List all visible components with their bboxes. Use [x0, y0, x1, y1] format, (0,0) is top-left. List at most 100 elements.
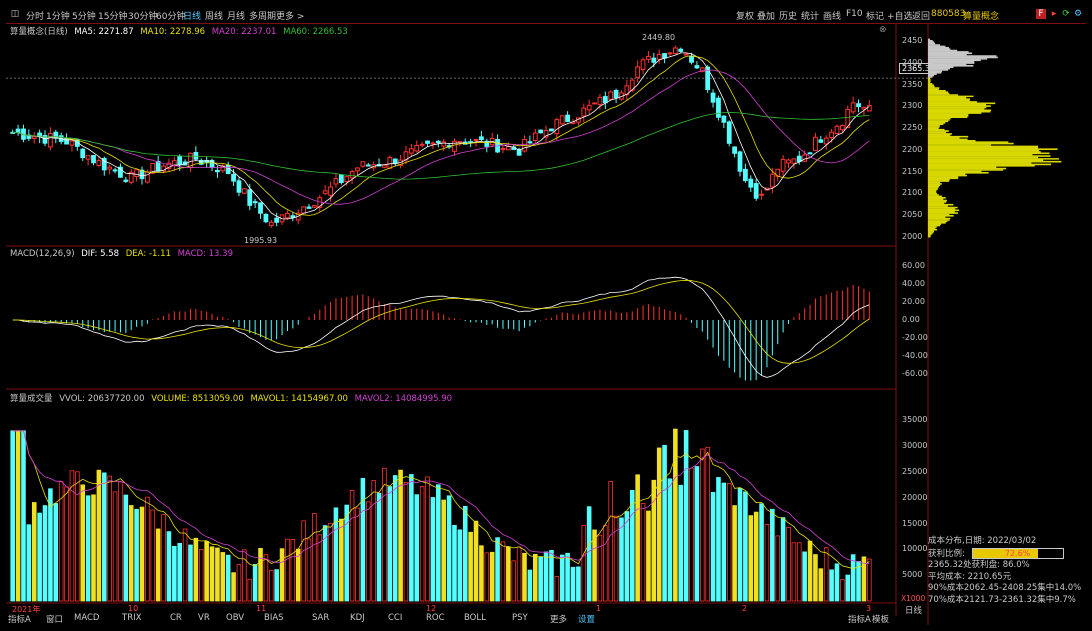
volume-unit: X1000	[901, 594, 926, 603]
indicator-tab-1[interactable]: 窗口	[46, 613, 63, 625]
volume-bar	[150, 509, 156, 602]
volume-bar	[225, 554, 231, 602]
price-tick-label: 2100	[902, 188, 923, 198]
candle-body	[667, 52, 673, 55]
toolbar-btn-add-watch[interactable]: +自选	[887, 9, 913, 22]
grid-icon[interactable]: ◫	[10, 9, 20, 19]
volume-bar	[673, 428, 678, 602]
period-tab-30min[interactable]: 30分钟	[128, 9, 157, 22]
cost-line-4: 70%成本2121.73-2361.32集中9.7%	[928, 594, 1076, 605]
volume-bar	[624, 511, 630, 602]
flag-icon[interactable]: F	[1036, 9, 1046, 19]
candle-body	[694, 65, 700, 69]
candle-body	[732, 146, 738, 154]
indicator-tab-12[interactable]: BOLL	[464, 613, 486, 623]
period-tab-monthly[interactable]: 月线	[227, 9, 245, 22]
volume-tick-label: 30000	[902, 441, 928, 451]
period-tab-1min[interactable]: 1分钟	[46, 9, 70, 22]
volume-bar	[312, 513, 317, 602]
toolbar-btn-mark[interactable]: 标记	[866, 9, 884, 22]
expand-icon[interactable]: ▸	[1049, 9, 1059, 19]
date-label: 1	[596, 604, 602, 613]
template-right-label[interactable]: 模板	[872, 613, 889, 625]
toolbar-btn-draw[interactable]: 画线	[823, 9, 841, 22]
indicator-tab-6[interactable]: OBV	[226, 613, 244, 623]
candle-body	[818, 139, 824, 143]
volume-bar	[436, 484, 441, 602]
volume-bar	[559, 554, 565, 602]
macd-tick-label: 0.00	[902, 315, 920, 324]
price-tick-label: 2350	[902, 79, 923, 89]
macd-chart	[12, 276, 870, 381]
period-tab-daily[interactable]: 日线	[183, 9, 201, 22]
indicator-tab-4[interactable]: CR	[170, 613, 182, 623]
volume-bar	[468, 531, 473, 602]
template-left-label[interactable]: 指标A	[848, 613, 871, 625]
volume-bar	[279, 548, 285, 602]
cost-line-2: 平均成本: 2210.65元	[928, 571, 1012, 582]
price-candlestick-chart	[6, 45, 928, 228]
settings-icon[interactable]: ⚙	[1073, 9, 1083, 19]
indicator-tab-13[interactable]: PSY	[512, 613, 528, 623]
volume-bar	[80, 484, 86, 602]
candle-body	[786, 159, 791, 164]
indicator-tab-10[interactable]: CCI	[388, 613, 402, 623]
volume-bar	[15, 430, 21, 602]
volume-bar	[419, 486, 425, 602]
price-tick-label: 2400	[902, 58, 923, 68]
candle-body	[473, 138, 479, 141]
indicator-tab-7[interactable]: BIAS	[264, 613, 284, 623]
cost-line-1: 2365.32处获利盘: 86.0%	[928, 560, 1030, 570]
volume-bar	[775, 535, 781, 602]
candle-body	[559, 115, 565, 125]
period-tab-5min[interactable]: 5分钟	[72, 9, 96, 22]
indicator-tab-11[interactable]: ROC	[426, 613, 445, 623]
period-button[interactable]: 日线	[905, 604, 922, 616]
volume-bar	[355, 507, 360, 602]
stock-chart-window: ◫ 分时 1分钟 5分钟 15分钟 30分钟 60分钟 日线 周线 月线 多周期…	[6, 6, 1086, 625]
indicator-tab-2[interactable]: MACD	[74, 613, 99, 623]
cost-line-3: 90%成本2062.45-2408.25集中14.0%	[928, 583, 1082, 593]
candle-body	[850, 102, 856, 113]
indicator-tab-15[interactable]: 设置	[578, 613, 595, 625]
candle-body	[527, 141, 533, 144]
top-toolbar: ◫ 分时 1分钟 5分钟 15分钟 30分钟 60分钟 日线 周线 月线 多周期…	[6, 6, 1086, 24]
period-tab-more[interactable]: 更多 >	[276, 9, 304, 22]
indicator-tab-8[interactable]: SAR	[312, 613, 329, 623]
dif-line	[12, 276, 870, 378]
volume-tick-label: 5000	[902, 570, 923, 580]
candle-body	[726, 121, 732, 144]
volume-bar	[107, 475, 112, 602]
toolbar-btn-f10[interactable]: F10	[846, 9, 863, 19]
period-tab-weekly[interactable]: 周线	[205, 9, 223, 22]
toolbar-btn-history[interactable]: 历史	[779, 9, 797, 22]
indicator-tab-9[interactable]: KDJ	[350, 613, 365, 623]
volume-bar	[576, 566, 581, 602]
indicator-tab-3[interactable]: TRIX	[122, 613, 141, 623]
volume-bar	[344, 504, 350, 602]
date-label: 12	[426, 604, 437, 613]
volume-bar	[770, 508, 775, 602]
toolbar-btn-back[interactable]: 返回	[912, 9, 930, 22]
volume-bar	[791, 542, 797, 602]
volume-bar	[182, 528, 188, 602]
volume-bar	[850, 554, 856, 602]
toolbar-btn-stats[interactable]: 统计	[801, 9, 819, 22]
candle-body	[338, 174, 344, 184]
period-tab-60min[interactable]: 60分钟	[156, 9, 185, 22]
toolbar-btn-restore-rights[interactable]: 复权	[736, 9, 754, 22]
indicator-tab-14[interactable]: 更多	[550, 613, 567, 625]
volume-bar	[737, 487, 743, 602]
period-tab-15min[interactable]: 15分钟	[98, 9, 127, 22]
indicator-tab-5[interactable]: VR	[198, 613, 210, 623]
period-tab-multi[interactable]: 多周期	[249, 9, 276, 22]
candle-body	[91, 155, 96, 164]
period-tab-timeshare[interactable]: 分时	[26, 9, 44, 22]
price-tick-label: 2300	[902, 101, 923, 111]
candle-body	[791, 158, 797, 164]
toolbar-btn-overlay[interactable]: 叠加	[757, 9, 775, 22]
candle-body	[538, 129, 544, 134]
refresh-icon[interactable]: ⟳	[1061, 9, 1071, 19]
candle-body	[322, 190, 328, 195]
volume-bar	[204, 540, 209, 602]
